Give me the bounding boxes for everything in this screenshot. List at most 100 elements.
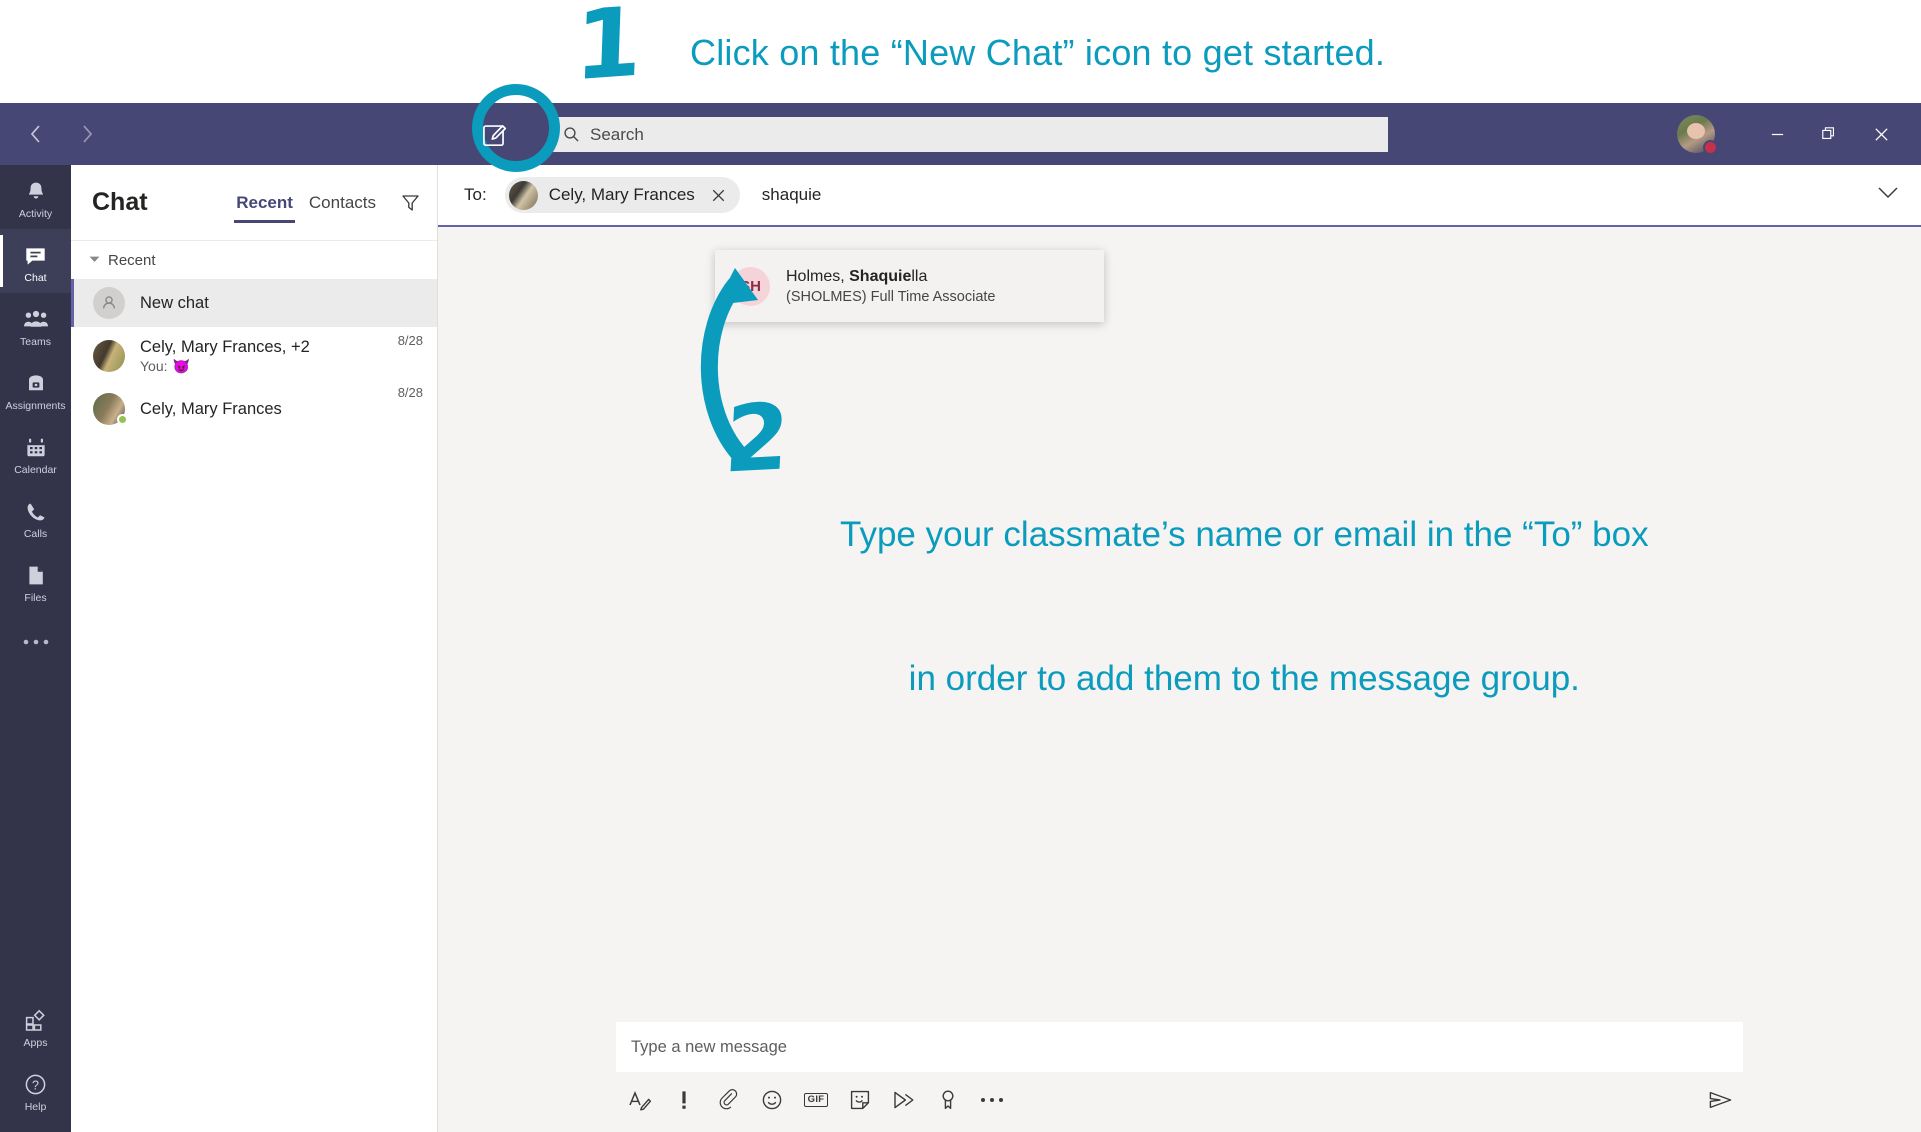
backpack-icon xyxy=(25,371,47,397)
chevron-right-icon[interactable] xyxy=(68,115,106,153)
apps-icon xyxy=(24,1008,47,1034)
search-icon xyxy=(564,127,579,142)
list-item-preview-text: You: xyxy=(140,357,168,374)
sidebar-item-calendar[interactable]: Calendar xyxy=(0,421,71,485)
sidebar-item-activity[interactable]: Activity xyxy=(0,165,71,229)
suggestion-subtitle: (SHOLMES) Full Time Associate xyxy=(786,288,996,305)
list-item-title: Cely, Mary Frances xyxy=(140,400,282,418)
suggestion-name: Holmes, Shaquiella xyxy=(786,266,996,287)
more-dots-icon[interactable] xyxy=(978,1086,1006,1114)
chat-tabs: Recent Contacts xyxy=(228,165,421,241)
emoji-smiley-icon[interactable] xyxy=(758,1086,786,1114)
suggestion-name-prefix: Holmes, xyxy=(786,267,850,285)
sidebar-item-label: Activity xyxy=(18,207,53,220)
sidebar-item-chat[interactable]: Chat xyxy=(0,229,71,293)
tab-contacts[interactable]: Contacts xyxy=(301,165,384,241)
status-badge xyxy=(1703,140,1718,155)
list-item[interactable]: Cely, Mary Frances 8/28 xyxy=(71,385,437,433)
list-item-title: New chat xyxy=(140,294,209,312)
sidebar-item-label: Teams xyxy=(20,335,51,348)
stream-video-icon[interactable] xyxy=(890,1086,918,1114)
list-item-date: 8/28 xyxy=(397,333,423,348)
sidebar-item-assignments[interactable]: Assignments xyxy=(0,357,71,421)
message-input-placeholder: Type a new message xyxy=(631,1037,787,1056)
list-item[interactable]: Cely, Mary Frances, +2 You: 😈 8/28 xyxy=(71,327,437,385)
close-button[interactable] xyxy=(1855,103,1907,165)
gif-icon[interactable]: GIF xyxy=(802,1086,830,1114)
sidebar-item-label: Calls xyxy=(23,527,48,540)
main-pane: To: Cely, Mary Frances shaquie SH Holmes… xyxy=(438,165,1921,1132)
sidebar-item-label: Apps xyxy=(23,1036,48,1049)
help-circle-icon: ? xyxy=(24,1072,47,1098)
praise-badge-icon[interactable] xyxy=(934,1086,962,1114)
sidebar-item-apps[interactable]: Apps xyxy=(0,994,71,1058)
suggestion-item[interactable]: Holmes, Shaquiella (SHOLMES) Full Time A… xyxy=(786,266,996,307)
to-input-text[interactable]: shaquie xyxy=(762,185,822,205)
message-composer: Type a new message GIF xyxy=(616,1022,1743,1132)
sidebar-item-label: Help xyxy=(24,1100,47,1113)
more-dots-icon xyxy=(22,629,50,655)
to-field-bar[interactable]: To: Cely, Mary Frances shaquie xyxy=(438,165,1921,227)
calendar-icon xyxy=(25,435,47,461)
list-item-title: Cely, Mary Frances, +2 xyxy=(140,337,310,356)
sidebar-item-label: Files xyxy=(24,591,47,604)
recent-group-header[interactable]: Recent xyxy=(71,241,437,279)
tab-recent[interactable]: Recent xyxy=(228,165,301,241)
title-bar: Search xyxy=(0,103,1921,165)
recipient-chip-name: Cely, Mary Frances xyxy=(548,185,695,204)
devil-emoji-icon: 😈 xyxy=(172,357,190,374)
people-suggestion-dropdown: SH Holmes, Shaquiella (SHOLMES) Full Tim… xyxy=(715,250,1104,322)
close-icon[interactable] xyxy=(708,184,730,206)
window-controls-group xyxy=(1677,103,1921,165)
chat-list-panel: Chat Recent Contacts Recent New chat Cel… xyxy=(71,165,438,1132)
priority-exclamation-icon[interactable] xyxy=(670,1086,698,1114)
to-label: To: xyxy=(464,185,487,204)
placeholder-person-icon xyxy=(93,287,125,319)
sidebar-item-label: Calendar xyxy=(14,463,57,476)
people-icon xyxy=(23,307,49,333)
paperclip-attach-icon[interactable] xyxy=(714,1086,742,1114)
list-item-preview: You: 😈 xyxy=(140,357,398,376)
list-item[interactable]: New chat xyxy=(71,279,437,327)
avatar xyxy=(93,340,125,372)
avatar[interactable] xyxy=(1677,115,1718,155)
sidebar-item-help[interactable]: ? Help xyxy=(0,1058,71,1122)
sidebar-item-files[interactable]: Files xyxy=(0,549,71,613)
sidebar-item-label: Assignments xyxy=(5,399,66,412)
annotation-step1-text: Click on the “New Chat” icon to get star… xyxy=(690,32,1386,73)
annotation-step1-numeral: 1 xyxy=(572,0,644,103)
teams-app-window: Search Activity Chat Teams Assignments C… xyxy=(0,103,1921,1132)
avatar-initials: SH xyxy=(731,266,770,306)
composer-toolbar: GIF xyxy=(616,1072,1743,1128)
sidebar-item-teams[interactable]: Teams xyxy=(0,293,71,357)
recipient-chip[interactable]: Cely, Mary Frances xyxy=(504,177,740,213)
suggestion-name-suffix: lla xyxy=(911,267,928,285)
maximize-restore-button[interactable] xyxy=(1803,103,1855,165)
chat-list-header: Chat Recent Contacts xyxy=(71,165,437,241)
presence-available-badge xyxy=(117,414,128,425)
minimize-button[interactable] xyxy=(1751,103,1803,165)
filter-funnel-icon[interactable] xyxy=(400,192,421,213)
sidebar-item-label: Chat xyxy=(24,271,47,284)
format-text-icon[interactable] xyxy=(626,1086,654,1114)
message-input[interactable]: Type a new message xyxy=(616,1022,1743,1072)
send-paper-plane-icon[interactable] xyxy=(1705,1085,1735,1115)
chevron-left-icon[interactable] xyxy=(16,115,54,153)
sidebar-item-calls[interactable]: Calls xyxy=(0,485,71,549)
annotation-band-step1: 1 Click on the “New Chat” icon to get st… xyxy=(0,0,1921,103)
svg-text:?: ? xyxy=(32,1078,39,1092)
list-item-date: 8/28 xyxy=(397,385,423,400)
list-item-text: New chat xyxy=(140,293,423,313)
suggestion-name-match: Shaquie xyxy=(849,267,912,285)
recent-group-label: Recent xyxy=(108,251,156,269)
file-icon xyxy=(26,563,46,589)
new-chat-icon[interactable] xyxy=(472,113,516,157)
left-navigation-rail: Activity Chat Teams Assignments Calendar… xyxy=(0,165,71,1132)
search-input[interactable]: Search xyxy=(553,117,1388,152)
chevron-down-icon[interactable] xyxy=(1877,186,1899,204)
chevron-down-icon xyxy=(89,255,100,266)
search-placeholder: Search xyxy=(590,124,644,144)
page-title: Chat xyxy=(92,188,148,216)
sticker-icon[interactable] xyxy=(846,1086,874,1114)
sidebar-item-more[interactable] xyxy=(0,613,71,669)
